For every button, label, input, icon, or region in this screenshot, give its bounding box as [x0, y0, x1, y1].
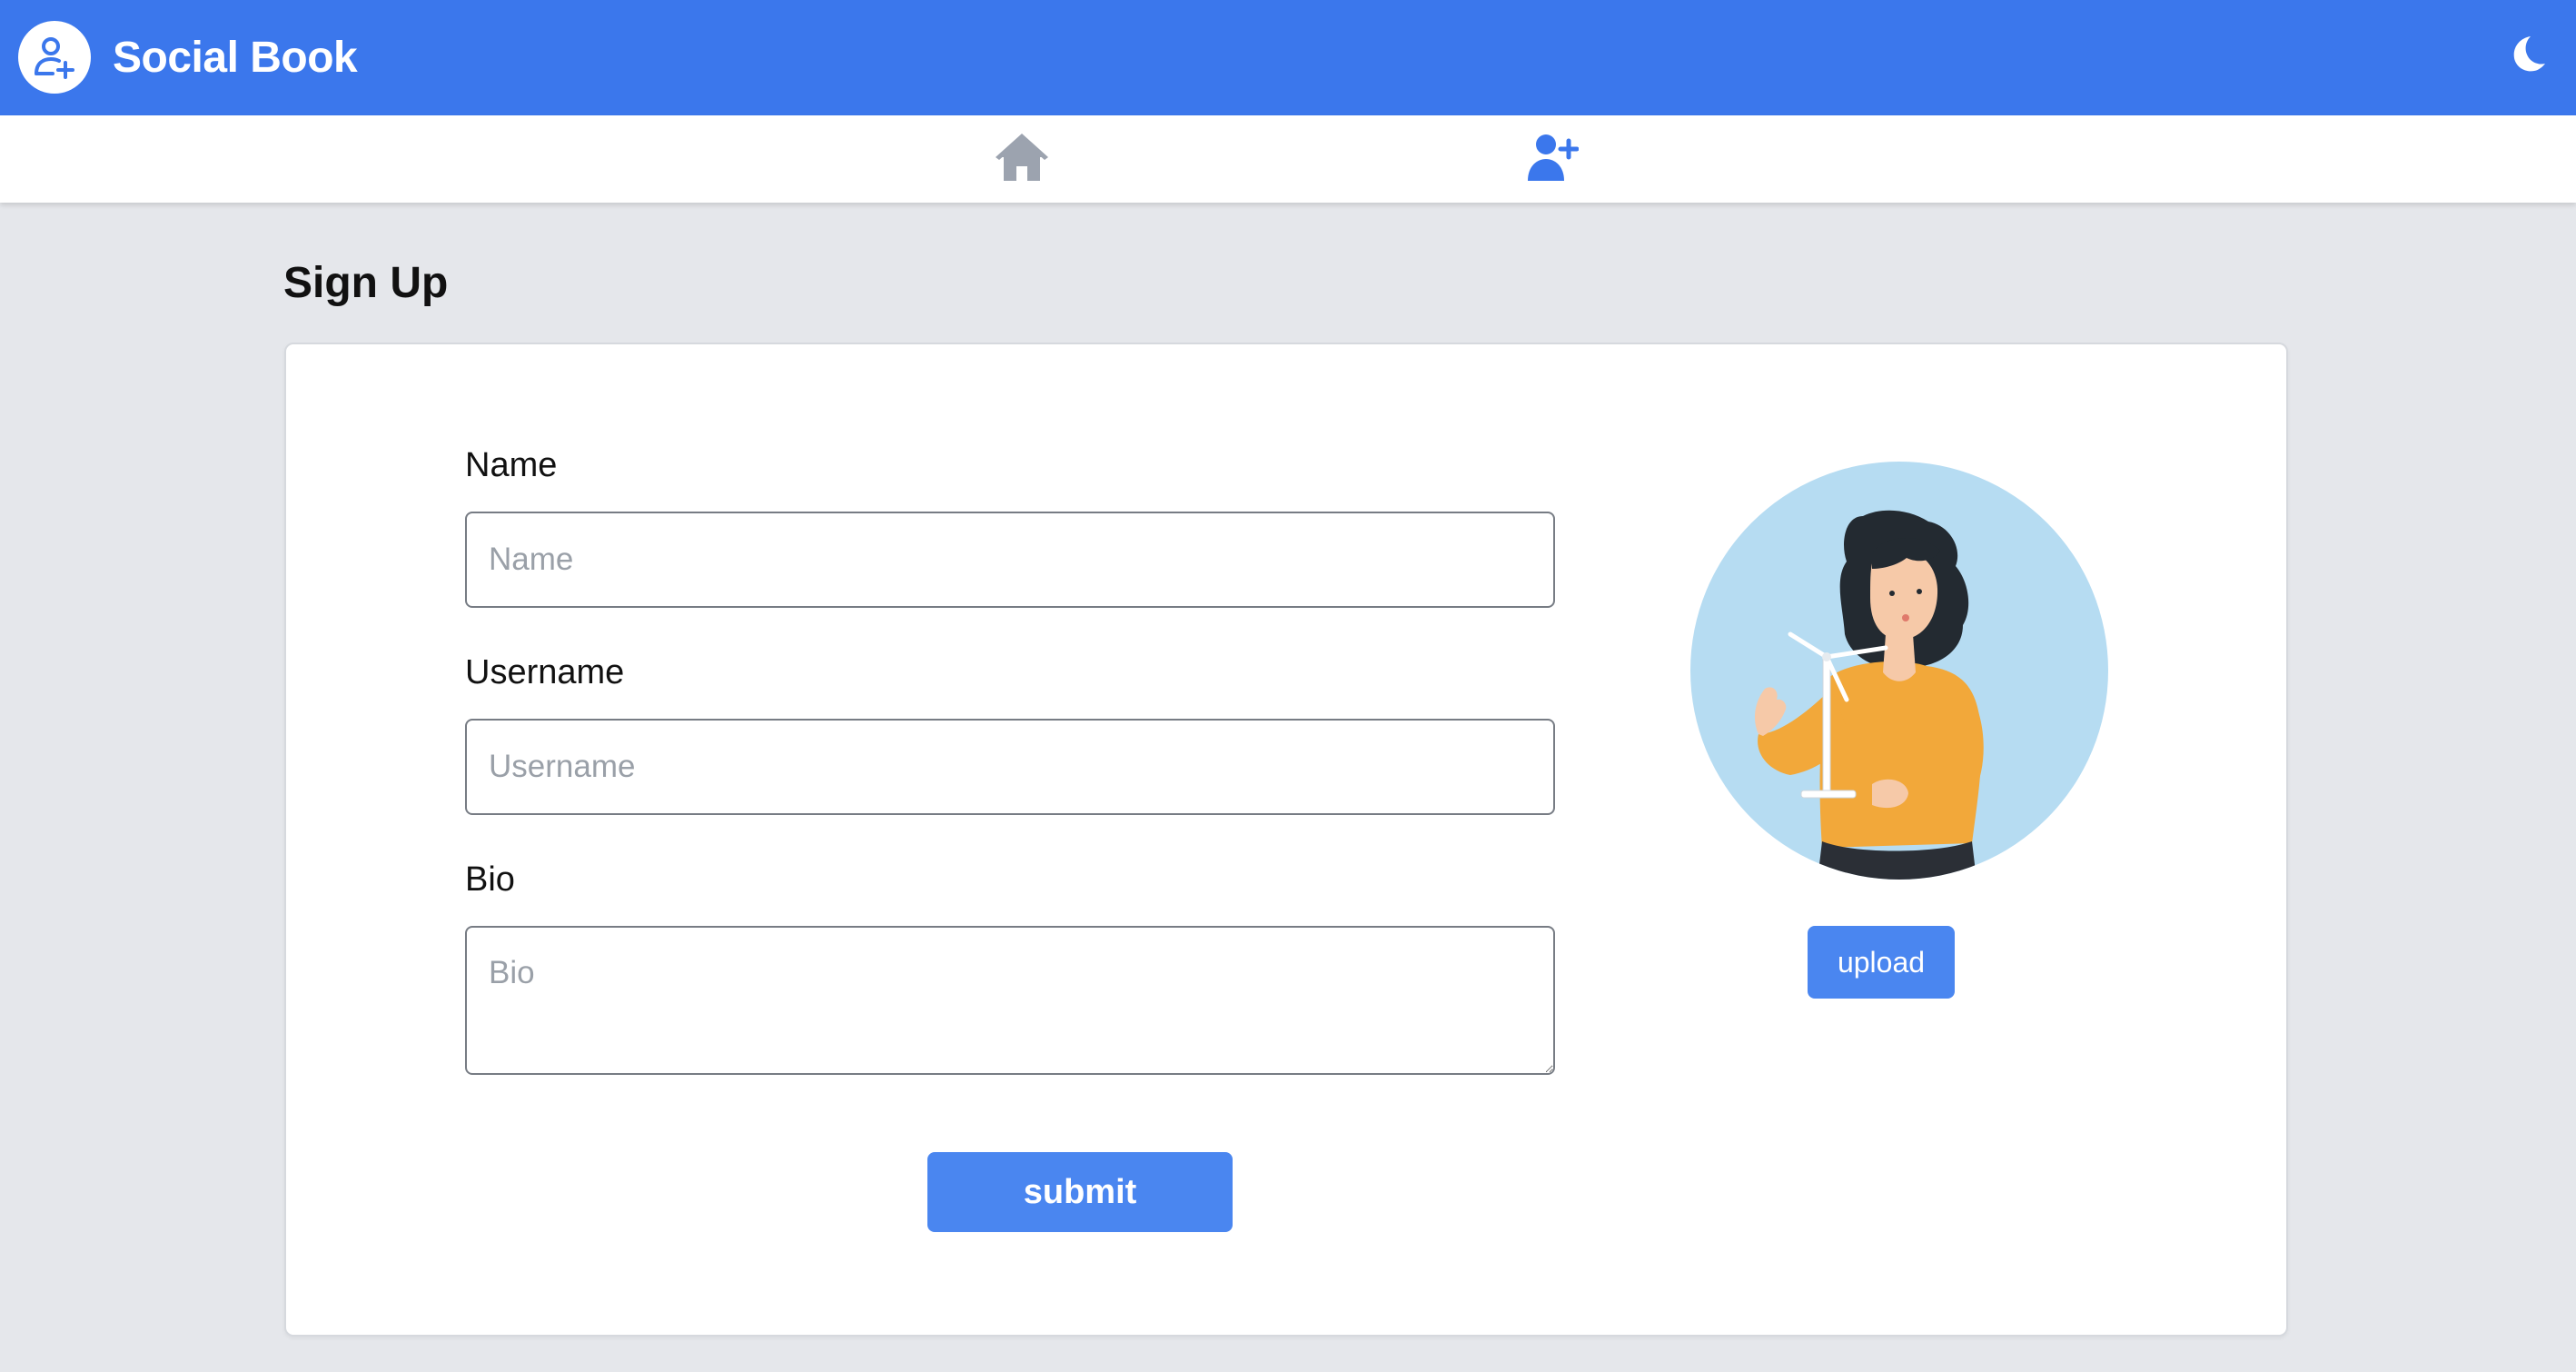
avatar-image [1690, 462, 2108, 880]
woman-wind-turbine-illustration [1754, 510, 1984, 880]
submit-button[interactable]: submit [927, 1152, 1233, 1232]
user-plus-icon [1528, 134, 1580, 181]
nav-signup-tab[interactable] [1526, 132, 1580, 189]
signup-card: Name Username Bio submit [284, 343, 2288, 1337]
moon-icon [2513, 36, 2545, 72]
name-label: Name [465, 446, 558, 484]
nav-bar [0, 115, 2576, 203]
username-label: Username [465, 653, 625, 691]
app-title: Social Book [113, 34, 358, 82]
logo[interactable] [18, 21, 91, 94]
page-title: Sign Up [283, 259, 449, 307]
upload-button[interactable]: upload [1808, 926, 1955, 999]
username-input[interactable] [465, 719, 1555, 815]
bio-textarea[interactable] [465, 926, 1555, 1075]
home-icon [996, 134, 1048, 181]
app-header: Social Book [0, 0, 2576, 115]
user-plus-icon [35, 37, 74, 79]
nav-home-tab[interactable] [996, 132, 1048, 189]
bio-label: Bio [465, 860, 515, 899]
theme-toggle-button[interactable] [2505, 33, 2547, 79]
name-input[interactable] [465, 512, 1555, 608]
